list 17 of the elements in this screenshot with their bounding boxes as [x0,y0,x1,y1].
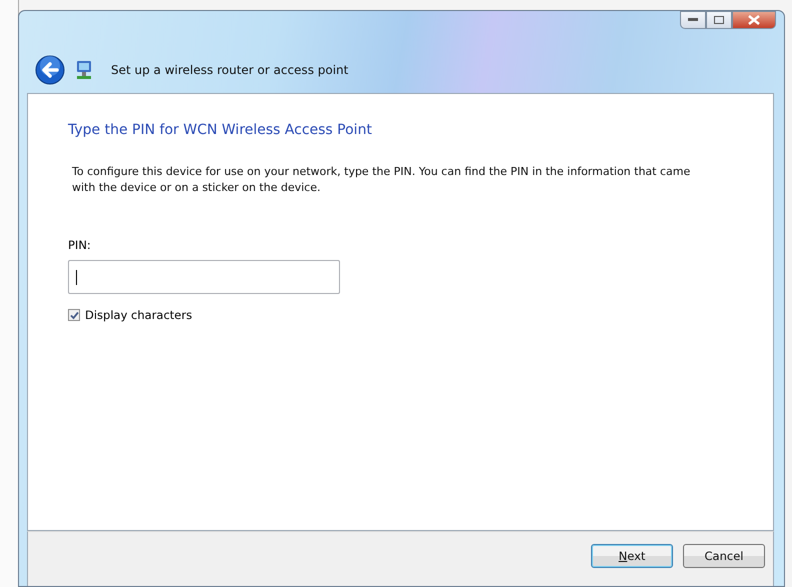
maximize-button[interactable] [706,11,732,29]
display-characters-checkbox[interactable] [68,309,80,321]
window-title: Set up a wireless router or access point [111,63,348,77]
back-button[interactable] [35,55,65,85]
pin-label: PIN: [68,238,91,252]
description-text: To configure this device for use on your network, type the PIN. You can find the PIN in the information that came with the device or on a sticker on the device. [72,164,692,196]
minimize-button[interactable] [680,11,706,29]
cancel-button[interactable]: Cancel [683,544,765,568]
close-icon [748,15,760,25]
network-icon [75,60,93,80]
pin-input-field[interactable] [68,260,340,294]
page-heading: Type the PIN for WCN Wireless Access Point [68,122,373,138]
next-button[interactable]: Next [591,544,673,568]
minimize-icon [688,18,698,22]
display-characters-label: Display characters [85,308,192,322]
close-button[interactable] [732,11,776,29]
maximize-icon [714,16,724,24]
